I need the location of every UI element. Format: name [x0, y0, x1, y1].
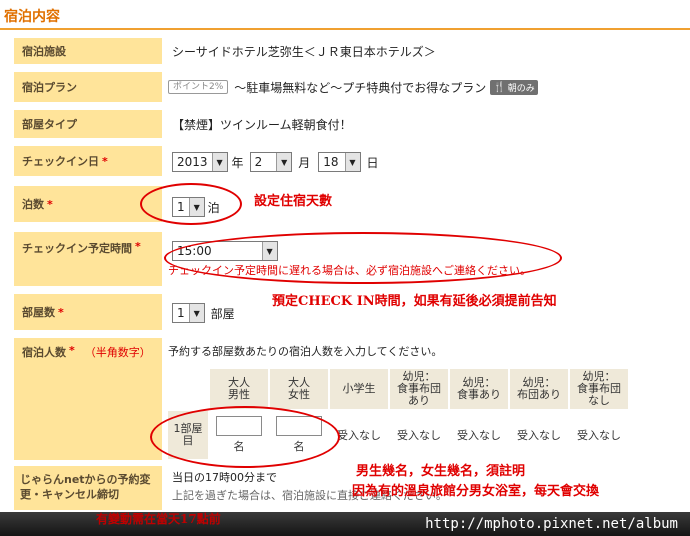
- room-type-label: 部屋タイプ: [14, 110, 162, 138]
- col-infant-none: 幼児： 食事布団 なし: [568, 367, 630, 411]
- rooms-select[interactable]: 1 ▼: [172, 303, 205, 323]
- facility-label: 宿泊施設: [14, 38, 162, 64]
- guests-label: 宿泊人数 * （半角数字）: [14, 338, 162, 460]
- section-title: 宿泊内容: [4, 9, 60, 25]
- plan-label: 宿泊プラン: [14, 72, 162, 102]
- day-select[interactable]: 18 ▼: [318, 152, 361, 172]
- deadline-time: 当日の17時00分まで: [172, 471, 277, 484]
- facility-value: シーサイドホテル芝弥生＜ＪＲ東日本ホテルズ＞: [172, 44, 436, 59]
- col-elementary: 小学生: [328, 367, 390, 411]
- guests-instruction: 予約する部屋数あたりの宿泊人数を入力してください。: [168, 345, 443, 358]
- section-header: 宿泊内容: [0, 0, 690, 30]
- guests-annotation-1: 男生幾名，女生幾名，須註明: [356, 464, 526, 479]
- nights-annotation: 設定住宿天數: [254, 194, 333, 209]
- watermark-url: http://mphoto.pixnet.net/album: [425, 516, 678, 532]
- checkin-date-fields: 2013 ▼ 年 2 ▼ 月 18 ▼ 日: [172, 150, 379, 174]
- chevron-down-icon: ▼: [188, 304, 204, 322]
- col-infant-meal: 幼児： 食事あり: [448, 367, 510, 411]
- plan-value: ポイント2% ～駐車場無料など～プチ特典付でお得なプラン 🍴 朝のみ: [168, 72, 538, 102]
- infant-meal-bed-not-accepted: 受入なし: [388, 409, 450, 461]
- infant-none-not-accepted: 受入なし: [568, 409, 630, 461]
- guests-header-row: 大人 男性 大人 女性 小学生 幼児： 食事布団 あり 幼児： 食事あり 幼児：…: [166, 367, 630, 411]
- col-adult-female: 大人 女性: [268, 367, 330, 411]
- infant-meal-not-accepted: 受入なし: [448, 409, 510, 461]
- chevron-down-icon: ▼: [344, 153, 360, 171]
- month-select[interactable]: 2 ▼: [249, 152, 293, 172]
- col-infant-bed: 幼児： 布団あり: [508, 367, 570, 411]
- col-adult-male: 大人 男性: [208, 367, 270, 411]
- infant-bed-not-accepted: 受入なし: [508, 409, 570, 461]
- guests-annotation-2: 因為有的溫泉旅館分男女浴室，每天會交換: [352, 484, 600, 499]
- checkin-date-label: チェックイン日 *: [14, 146, 162, 176]
- checkin-time-circle: [164, 232, 562, 284]
- chevron-down-icon: ▼: [276, 153, 292, 171]
- point-badge: ポイント2%: [168, 80, 229, 94]
- deadline-annotation: 有變動需在當天17點前: [96, 512, 221, 526]
- checkin-time-label: チェックイン予定時間 *: [14, 232, 162, 286]
- room-type-value: 【禁煙】ツインルーム軽朝食付！: [172, 117, 352, 132]
- rooms-fields: 1 ▼ 部屋: [172, 302, 235, 324]
- checkin-annotation: 預定CHECK IN時間，如果有延後必須提前告知: [272, 294, 557, 309]
- chevron-down-icon: ▼: [211, 153, 227, 171]
- year-select[interactable]: 2013 ▼: [172, 152, 228, 172]
- meal-badge: 🍴 朝のみ: [490, 79, 538, 95]
- fork-knife-icon: 🍴: [493, 81, 506, 93]
- nights-circle: [140, 183, 242, 225]
- deadline-label: じゃらんnetからの予約変更・キャンセル締切: [14, 466, 162, 510]
- col-infant-meal-bed: 幼児： 食事布団 あり: [388, 367, 450, 411]
- rooms-label: 部屋数 *: [14, 294, 162, 330]
- guests-circle: [150, 406, 340, 468]
